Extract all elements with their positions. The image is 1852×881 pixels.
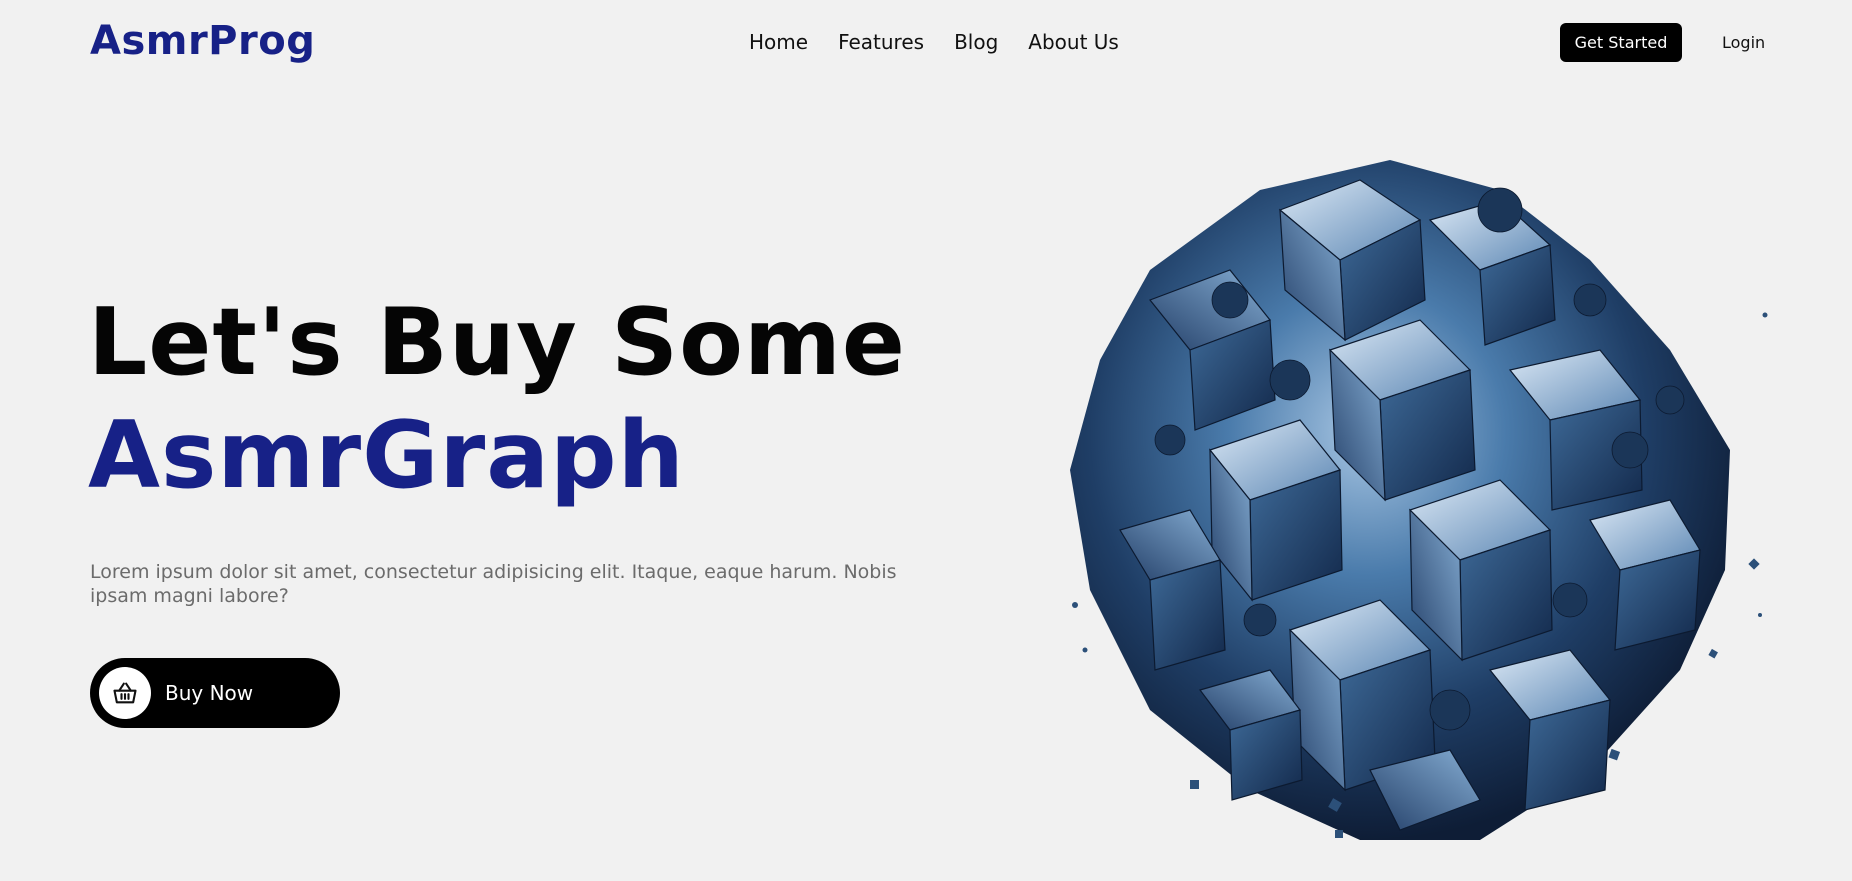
nav-links: Home Features Blog About Us bbox=[749, 28, 1149, 56]
nav-link-about-us[interactable]: About Us bbox=[1028, 28, 1119, 56]
nav-link-features[interactable]: Features bbox=[838, 28, 924, 56]
buy-now-button[interactable]: Buy Now bbox=[90, 658, 340, 728]
nav-link-home[interactable]: Home bbox=[749, 28, 808, 56]
buy-now-label: Buy Now bbox=[165, 681, 254, 705]
hero-title: Let's Buy Some AsmrGraph bbox=[88, 286, 906, 512]
basket-icon bbox=[99, 667, 151, 719]
hero-title-line2: AsmrGraph bbox=[88, 401, 685, 509]
brand-logo[interactable]: AsmrProg bbox=[90, 18, 315, 64]
hero-title-line1: Let's Buy Some bbox=[88, 288, 906, 396]
hero-description: Lorem ipsum dolor sit amet, consectetur … bbox=[90, 561, 897, 607]
login-link[interactable]: Login bbox=[1722, 31, 1765, 55]
navbar: AsmrProg Home Features Blog About Us Get… bbox=[0, 0, 1852, 86]
hero-cube-sphere-image bbox=[1070, 160, 1768, 840]
landing-page: AsmrProg Home Features Blog About Us Get… bbox=[0, 0, 1852, 881]
nav-link-blog[interactable]: Blog bbox=[954, 28, 998, 56]
get-started-button[interactable]: Get Started bbox=[1560, 23, 1682, 62]
